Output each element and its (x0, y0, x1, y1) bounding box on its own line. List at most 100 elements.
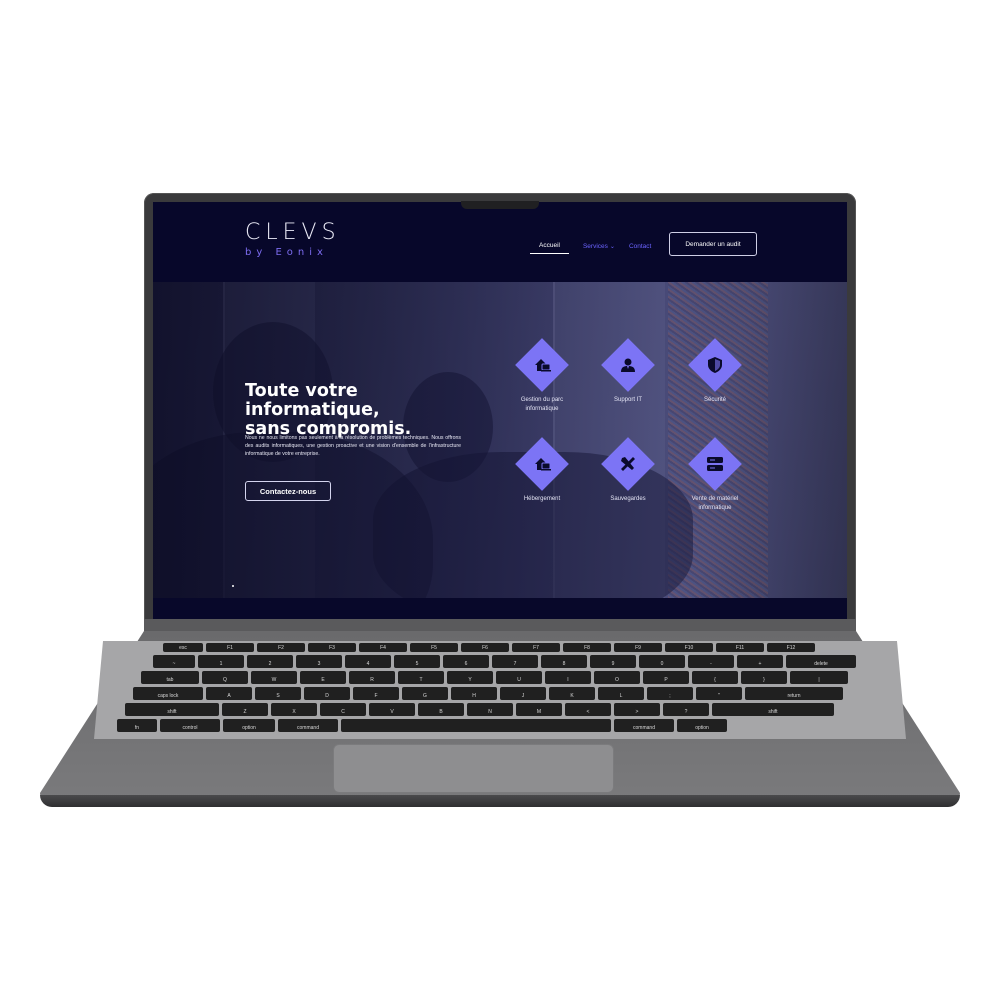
key-option[interactable]: option (223, 719, 275, 732)
service-label: Sauvegardes (586, 495, 670, 504)
key--[interactable]: < (565, 703, 611, 716)
key-f4[interactable]: F4 (359, 643, 407, 652)
key-p[interactable]: P (643, 671, 689, 684)
key-f10[interactable]: F10 (665, 643, 713, 652)
service-card-hebergement[interactable]: Hébergement (500, 437, 584, 509)
key--[interactable]: + (737, 655, 783, 668)
nav-item-accueil[interactable]: Accueil (530, 242, 569, 254)
key-l[interactable]: L (598, 687, 644, 700)
key-command[interactable]: command (614, 719, 674, 732)
key-f8[interactable]: F8 (563, 643, 611, 652)
deck-edge (40, 795, 960, 807)
key-f9[interactable]: F9 (614, 643, 662, 652)
key-e[interactable]: E (300, 671, 346, 684)
key-x[interactable]: X (271, 703, 317, 716)
service-card-support-it[interactable]: Support IT (586, 338, 670, 410)
key-f6[interactable]: F6 (461, 643, 509, 652)
home-laptop-icon (530, 452, 554, 476)
key-f3[interactable]: F3 (308, 643, 356, 652)
key--[interactable]: } (741, 671, 787, 684)
key-caps-lock[interactable]: caps lock (133, 687, 203, 700)
key-d[interactable]: D (304, 687, 350, 700)
key-8[interactable]: 8 (541, 655, 587, 668)
key-k[interactable]: K (549, 687, 595, 700)
service-label: Vente de matériel informatique (673, 495, 757, 513)
key-7[interactable]: 7 (492, 655, 538, 668)
key-space[interactable] (341, 719, 611, 732)
key-f[interactable]: F (353, 687, 399, 700)
key-j[interactable]: J (500, 687, 546, 700)
service-label-line2: informatique (698, 505, 732, 511)
key--[interactable]: ? (663, 703, 709, 716)
key-option[interactable]: option (677, 719, 727, 732)
main-nav: Accueil Services ⌄ Contact (530, 238, 665, 254)
key-0[interactable]: 0 (639, 655, 685, 668)
key-delete[interactable]: delete (786, 655, 856, 668)
key-4[interactable]: 4 (345, 655, 391, 668)
key-1[interactable]: 1 (198, 655, 244, 668)
key-n[interactable]: N (467, 703, 513, 716)
key-f12[interactable]: F12 (767, 643, 815, 652)
key--[interactable]: ; (647, 687, 693, 700)
key-y[interactable]: Y (447, 671, 493, 684)
key-r[interactable]: R (349, 671, 395, 684)
key-c[interactable]: C (320, 703, 366, 716)
key-z[interactable]: Z (222, 703, 268, 716)
service-label-line1: Hébergement (523, 496, 561, 502)
key-o[interactable]: O (594, 671, 640, 684)
camera-notch (461, 201, 539, 209)
key-h[interactable]: H (451, 687, 497, 700)
key-2[interactable]: 2 (247, 655, 293, 668)
key--[interactable]: - (688, 655, 734, 668)
service-card-sauvegardes[interactable]: Sauvegardes (586, 437, 670, 509)
key-command[interactable]: command (278, 719, 338, 732)
key-f5[interactable]: F5 (410, 643, 458, 652)
key-q[interactable]: Q (202, 671, 248, 684)
key--[interactable]: | (790, 671, 848, 684)
nav-item-contact[interactable]: Contact (629, 243, 651, 250)
nav-item-services[interactable]: Services ⌄ (583, 243, 615, 250)
keyboard-row-bottom: fn control option command command option (117, 719, 730, 732)
key-u[interactable]: U (496, 671, 542, 684)
key-v[interactable]: V (369, 703, 415, 716)
key-shift[interactable]: shift (712, 703, 834, 716)
key-g[interactable]: G (402, 687, 448, 700)
service-card-gestion-parc[interactable]: Gestion du parc informatique (500, 338, 584, 412)
contact-us-button[interactable]: Contactez-nous (245, 481, 331, 501)
key-w[interactable]: W (251, 671, 297, 684)
key--[interactable]: > (614, 703, 660, 716)
key--[interactable]: ~ (153, 655, 195, 668)
site-logo[interactable]: CLEVS by Eonix (245, 220, 355, 262)
key-i[interactable]: I (545, 671, 591, 684)
request-audit-button[interactable]: Demander un audit (669, 232, 757, 256)
key-f7[interactable]: F7 (512, 643, 560, 652)
key-t[interactable]: T (398, 671, 444, 684)
key-f11[interactable]: F11 (716, 643, 764, 652)
key--[interactable]: " (696, 687, 742, 700)
key-fn[interactable]: fn (117, 719, 157, 732)
key-6[interactable]: 6 (443, 655, 489, 668)
key-3[interactable]: 3 (296, 655, 342, 668)
key-f2[interactable]: F2 (257, 643, 305, 652)
keyboard-row-z: shift Z X C V B N M < >? shift (125, 703, 837, 716)
key-f1[interactable]: F1 (206, 643, 254, 652)
hero-section: Toute votre informatique, sans compromis… (153, 282, 847, 598)
service-card-vente-materiel[interactable]: Vente de matériel informatique (673, 437, 757, 511)
trackpad[interactable] (333, 744, 614, 793)
key-a[interactable]: A (206, 687, 252, 700)
key-control[interactable]: control (160, 719, 220, 732)
key-5[interactable]: 5 (394, 655, 440, 668)
home-laptop-icon (530, 353, 554, 377)
key-shift[interactable]: shift (125, 703, 219, 716)
key-tab[interactable]: tab (141, 671, 199, 684)
key-9[interactable]: 9 (590, 655, 636, 668)
key-s[interactable]: S (255, 687, 301, 700)
service-card-securite[interactable]: Sécurité (673, 338, 757, 410)
key-return[interactable]: return (745, 687, 843, 700)
key-m[interactable]: M (516, 703, 562, 716)
key--[interactable]: { (692, 671, 738, 684)
slider-dot[interactable] (232, 585, 234, 587)
key-b[interactable]: B (418, 703, 464, 716)
service-label-line1: Vente de matériel (691, 496, 739, 502)
key-esc[interactable]: esc (163, 643, 203, 652)
